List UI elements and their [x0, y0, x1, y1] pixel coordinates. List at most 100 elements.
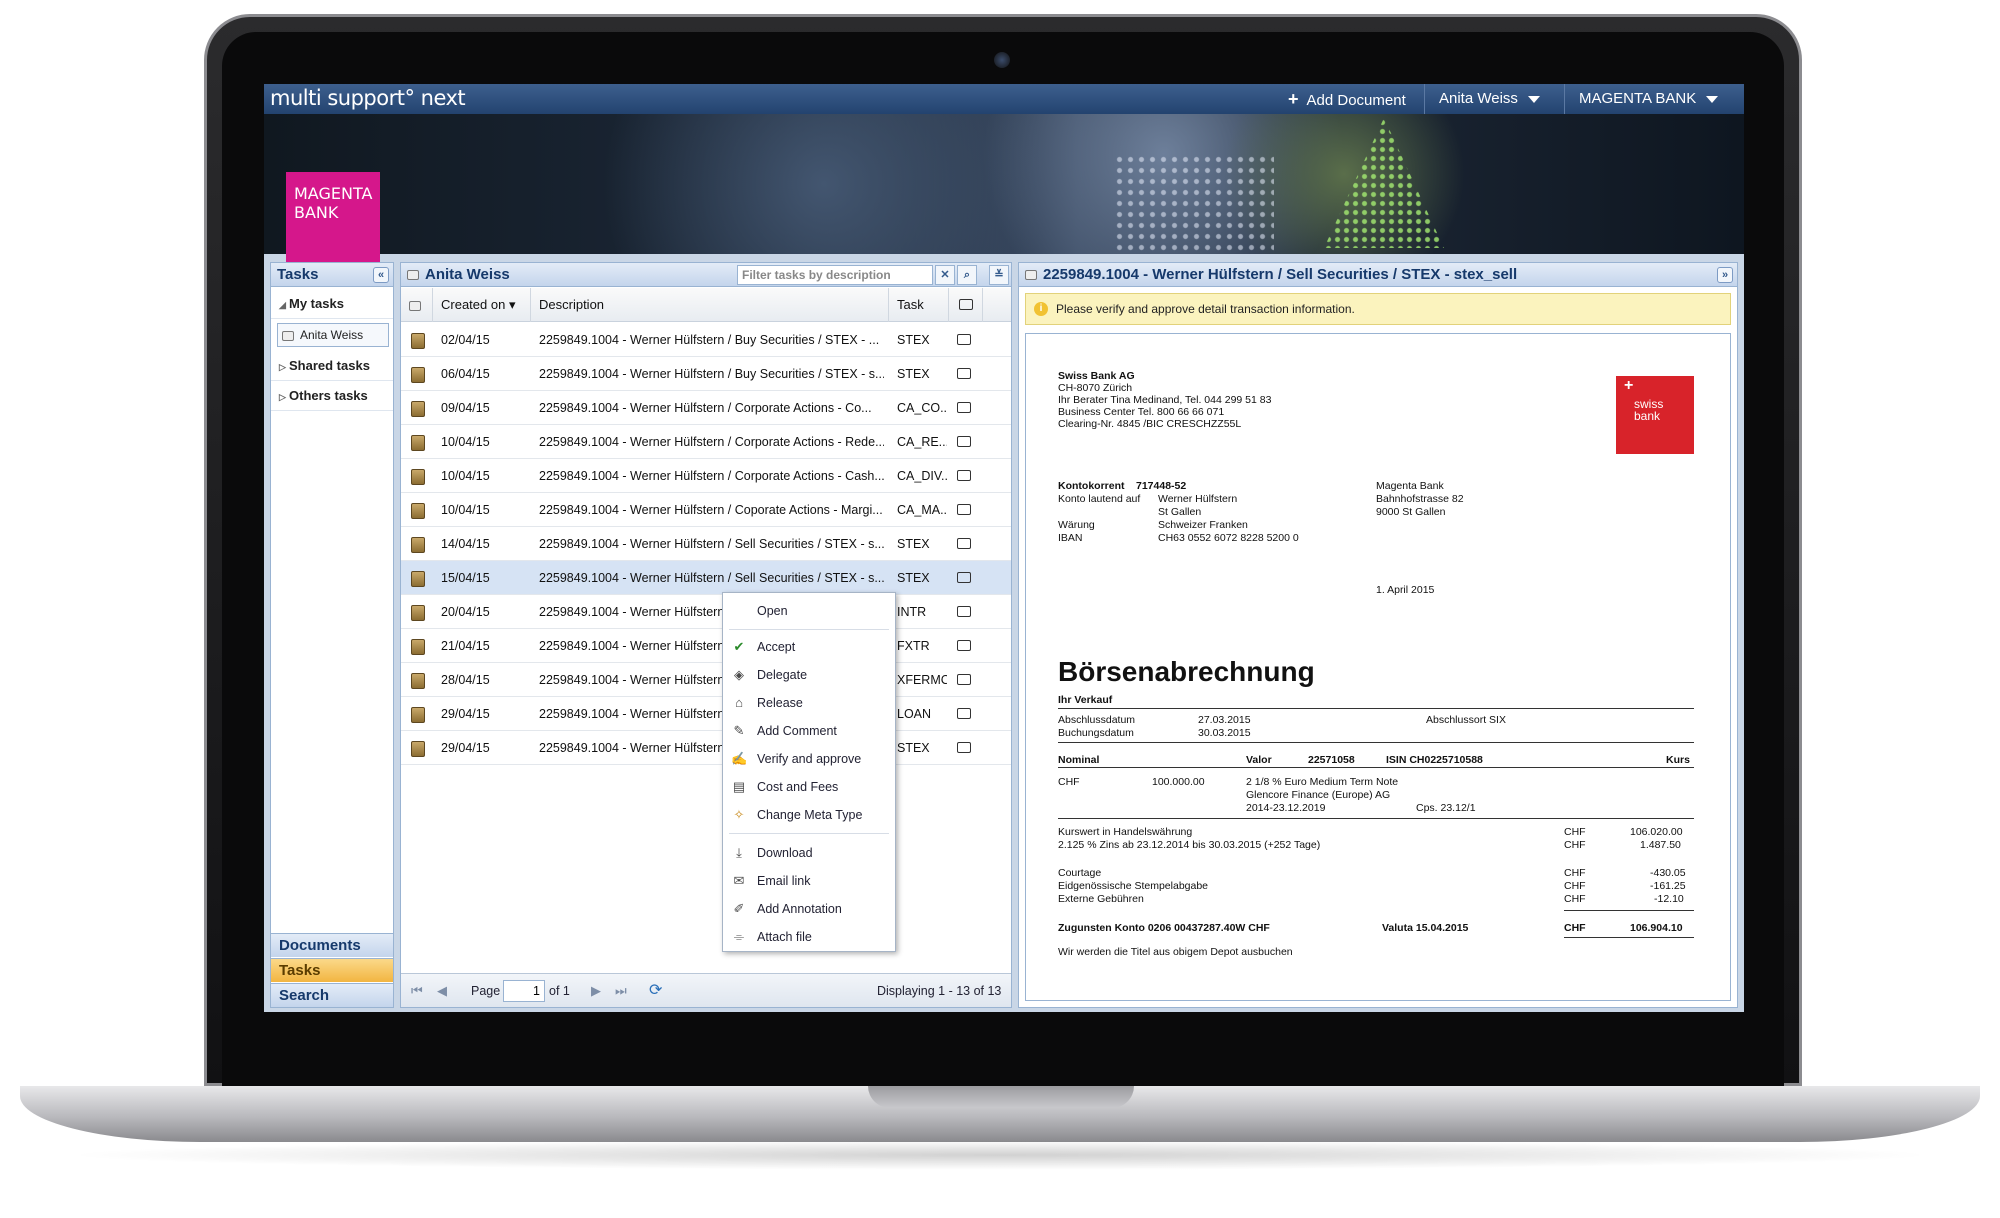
- document-icon: [411, 605, 425, 621]
- delegate-icon: ◈: [734, 667, 744, 682]
- stempel-value: -161.25: [1650, 880, 1686, 892]
- last-page-icon[interactable]: ⏭: [615, 974, 627, 1008]
- download-icon: ⤓: [736, 845, 742, 860]
- tree-my-tasks-label: My tasks: [289, 296, 344, 311]
- refresh-icon[interactable]: ⟳: [649, 974, 662, 1008]
- expanded-icon: ◢: [279, 300, 286, 310]
- table-row[interactable]: 14/04/15 2259849.1004 - Werner Hülfstern …: [401, 527, 1011, 561]
- description-cell: 2259849.1004 - Werner Hülfstern / Sell S…: [539, 571, 884, 585]
- table-row[interactable]: 10/04/15 2259849.1004 - Werner Hülfstern …: [401, 425, 1011, 459]
- table-row[interactable]: 09/04/15 2259849.1004 - Werner Hülfstern …: [401, 391, 1011, 425]
- document-icon: [411, 639, 425, 655]
- comment-icon[interactable]: [957, 334, 971, 345]
- column-created-label: Created on: [441, 297, 506, 312]
- column-comments[interactable]: [949, 288, 983, 322]
- menu-release[interactable]: ⌂ Release: [723, 689, 895, 717]
- tab-search[interactable]: Search: [271, 983, 393, 1007]
- user-menu[interactable]: Anita Weiss: [1424, 84, 1554, 114]
- comment-icon[interactable]: [957, 742, 971, 753]
- menu-add-comment[interactable]: ✎ Add Comment: [723, 717, 895, 745]
- comment-icon[interactable]: [957, 606, 971, 617]
- prev-page-icon[interactable]: ◀: [437, 974, 447, 1008]
- menu-accept-label: Accept: [757, 640, 796, 654]
- add-document-button[interactable]: + Add Document: [1274, 84, 1420, 114]
- comment-icon[interactable]: [957, 708, 971, 719]
- page-number-input[interactable]: 1: [503, 980, 545, 1002]
- comment-icon[interactable]: [957, 504, 971, 515]
- menu-cost-fees[interactable]: ▤ Cost and Fees: [723, 773, 895, 801]
- table-row[interactable]: 29/04/15 2259849.1004 - Werner Hülfstern S…: [401, 731, 1011, 765]
- annotation-icon: ✐: [733, 901, 745, 916]
- task-tree: ◢ My tasks Anita Weiss ▷ Shared tasks ▷ Oth…: [271, 289, 393, 411]
- comment-icon: [959, 299, 973, 310]
- table-row[interactable]: 06/04/15 2259849.1004 - Werner Hülfstern …: [401, 357, 1011, 391]
- menu-change-meta-type[interactable]: ✧ Change Meta Type: [723, 801, 895, 829]
- table-row[interactable]: 02/04/15 2259849.1004 - Werner Hülfstern …: [401, 323, 1011, 357]
- collapse-down-icon[interactable]: ≚: [989, 265, 1009, 285]
- first-page-icon[interactable]: ⏮: [411, 974, 423, 1008]
- menu-delegate-label: Delegate: [757, 668, 808, 682]
- comment-icon[interactable]: [957, 402, 971, 413]
- table-row[interactable]: 15/04/15 2259849.1004 - Werner Hülfstern …: [401, 561, 1011, 595]
- menu-open[interactable]: Open: [723, 597, 895, 625]
- tree-others-tasks[interactable]: ▷ Others tasks: [271, 381, 393, 411]
- comment-icon[interactable]: [957, 538, 971, 549]
- tab-documents[interactable]: Documents: [271, 933, 393, 957]
- document-icon: [411, 571, 425, 587]
- tree-my-tasks-user[interactable]: Anita Weiss: [277, 323, 389, 347]
- table-row[interactable]: 29/04/15 2259849.1004 - Werner Hülfstern L…: [401, 697, 1011, 731]
- menu-email-link[interactable]: ✉ Email link: [723, 867, 895, 895]
- top-bar: multi support° next + Add Document Anita …: [264, 84, 1744, 114]
- comment-icon[interactable]: [957, 368, 971, 379]
- collapsed-icon: ▷: [279, 392, 286, 402]
- menu-add-annotation[interactable]: ✐ Add Annotation: [723, 895, 895, 923]
- iban-value: CH63 0552 6072 8228 5200 0: [1158, 532, 1299, 544]
- release-icon: ⌂: [735, 695, 743, 710]
- table-row[interactable]: 20/04/15 2259849.1004 - Werner Hülfstern I…: [401, 595, 1011, 629]
- document-icon: [411, 673, 425, 689]
- abschlussort: Abschlussort SIX: [1426, 714, 1506, 726]
- bank-menu[interactable]: MAGENTA BANK: [1564, 84, 1732, 114]
- collapse-left-icon[interactable]: «: [373, 267, 389, 283]
- menu-open-label: Open: [757, 604, 788, 618]
- comment-icon[interactable]: [957, 640, 971, 651]
- column-created-on[interactable]: Created on ▾: [433, 288, 531, 322]
- next-page-icon[interactable]: ▶: [591, 974, 601, 1008]
- externe-value: -12.10: [1654, 893, 1684, 905]
- task-grid-header: Created on ▾ Description Task: [401, 288, 1011, 322]
- comment-icon[interactable]: [957, 436, 971, 447]
- brand-line-2: BANK: [294, 203, 339, 222]
- search-icon[interactable]: ⌕: [957, 265, 977, 285]
- column-task[interactable]: Task: [889, 288, 949, 322]
- menu-delegate[interactable]: ◈ Delegate: [723, 661, 895, 689]
- tab-tasks[interactable]: Tasks: [271, 958, 393, 982]
- menu-accept[interactable]: ✔ Accept: [723, 633, 895, 661]
- collapse-right-icon[interactable]: »: [1717, 267, 1733, 283]
- comment-icon[interactable]: [957, 470, 971, 481]
- tree-shared-tasks[interactable]: ▷ Shared tasks: [271, 351, 393, 381]
- inbox-icon: [282, 330, 294, 341]
- swiss-cross-icon: +: [1624, 377, 1634, 394]
- zugunsten-label: Zugunsten Konto 0206 00437287.40W CHF: [1058, 922, 1270, 934]
- table-row[interactable]: 28/04/15 2259849.1004 - Werner Hülfstern X…: [401, 663, 1011, 697]
- user-menu-label: Anita Weiss: [1439, 90, 1518, 107]
- menu-attach-file[interactable]: ⌯ Attach file: [723, 923, 895, 951]
- paperclip-icon: ⌯: [733, 929, 745, 944]
- table-row[interactable]: 10/04/15 2259849.1004 - Werner Hülfstern …: [401, 493, 1011, 527]
- created-on-cell: 29/04/15: [441, 707, 490, 721]
- created-on-cell: 14/04/15: [441, 537, 490, 551]
- comment-icon[interactable]: [957, 572, 971, 583]
- created-on-cell: 29/04/15: [441, 741, 490, 755]
- table-row[interactable]: 21/04/15 2259849.1004 - Werner Hülfstern F…: [401, 629, 1011, 663]
- comment-icon[interactable]: [957, 674, 971, 685]
- menu-verify-approve[interactable]: ✍ Verify and approve: [723, 745, 895, 773]
- tree-my-tasks[interactable]: ◢ My tasks: [271, 289, 393, 319]
- table-row[interactable]: 10/04/15 2259849.1004 - Werner Hülfstern …: [401, 459, 1011, 493]
- detail-header: 2259849.1004 - Werner Hülfstern / Sell S…: [1019, 263, 1737, 287]
- description-cell: 2259849.1004 - Werner Hülfstern / Corpor…: [539, 435, 884, 449]
- clear-filter-icon[interactable]: ✕: [935, 265, 955, 285]
- buchung-label: Buchungsdatum: [1058, 727, 1134, 739]
- column-description[interactable]: Description: [531, 288, 889, 322]
- menu-download[interactable]: ⤓ Download: [723, 839, 895, 867]
- filter-tasks-input[interactable]: Filter tasks by description: [737, 265, 933, 285]
